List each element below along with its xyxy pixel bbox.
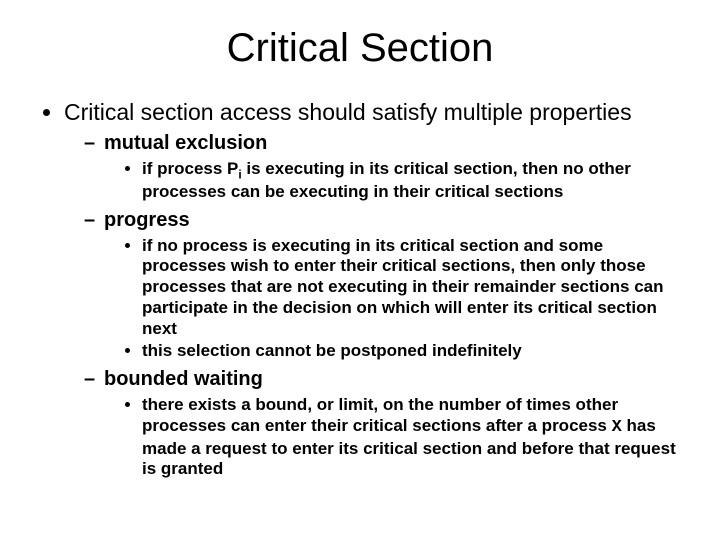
property-detail-list: if no process is executing in its critic… (104, 236, 684, 362)
property-label: progress (104, 209, 190, 231)
property-detail-list: if process Pi is executing in its critic… (104, 159, 684, 203)
bullet-list: Critical section access should satisfy m… (36, 99, 684, 480)
slide: Critical Section Critical section access… (0, 0, 720, 540)
property-bounded-waiting: bounded waiting there exists a bound, or… (84, 368, 684, 480)
property-label: bounded waiting (104, 368, 263, 390)
top-bullet: Critical section access should satisfy m… (64, 99, 684, 480)
property-mutual-exclusion: mutual exclusion if process Pi is execut… (84, 132, 684, 203)
property-label: mutual exclusion (104, 132, 267, 154)
top-bullet-text: Critical section access should satisfy m… (64, 99, 632, 125)
detail-item: there exists a bound, or limit, on the n… (142, 395, 684, 480)
property-list: mutual exclusion if process Pi is execut… (64, 132, 684, 480)
property-detail-list: there exists a bound, or limit, on the n… (104, 395, 684, 480)
detail-item: this selection cannot be postponed indef… (142, 341, 684, 362)
detail-item: if no process is executing in its critic… (142, 236, 684, 340)
detail-item: if process Pi is executing in its critic… (142, 159, 684, 203)
property-progress: progress if no process is executing in i… (84, 209, 684, 362)
slide-title: Critical Section (36, 26, 684, 71)
